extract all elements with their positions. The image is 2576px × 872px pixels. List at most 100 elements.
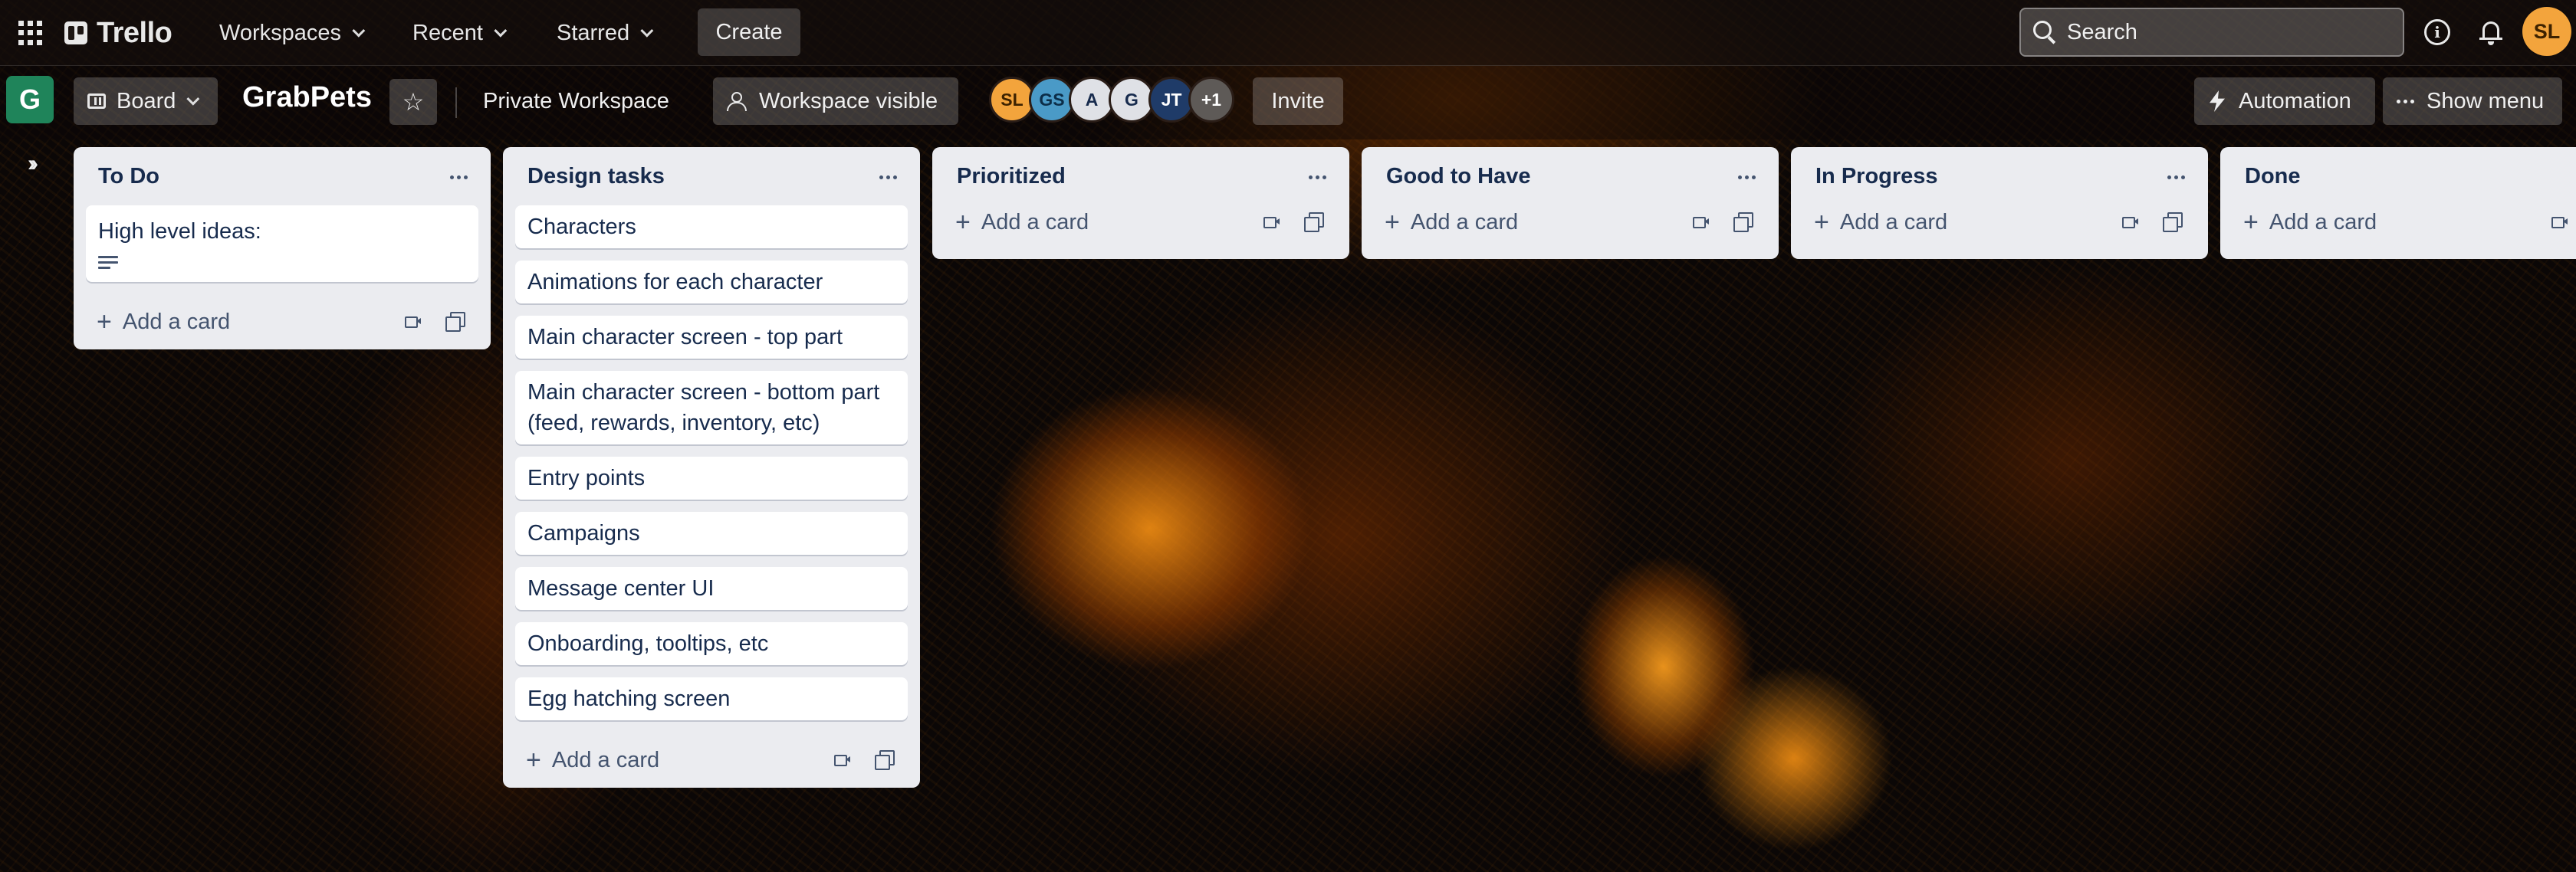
chevron-down-icon bbox=[352, 24, 366, 38]
invite-button[interactable]: Invite bbox=[1253, 77, 1343, 125]
card[interactable]: Animations for each character bbox=[515, 261, 908, 303]
record-video-icon[interactable] bbox=[2545, 207, 2574, 236]
record-video-icon[interactable] bbox=[399, 307, 428, 336]
list-header: In Progress bbox=[1791, 147, 2208, 195]
expand-sidebar-icon[interactable]: ›› bbox=[17, 150, 44, 178]
record-video-icon[interactable] bbox=[2116, 207, 2145, 236]
plus-icon: + bbox=[955, 208, 971, 237]
card[interactable]: Message center UI bbox=[515, 567, 908, 610]
add-card-label: Add a card bbox=[981, 209, 1089, 234]
list-header: Prioritized bbox=[932, 147, 1349, 195]
add-card-button[interactable]: + Add a card bbox=[2233, 199, 2377, 245]
list-actions-icon[interactable] bbox=[872, 166, 903, 188]
add-card-button[interactable]: + Add a card bbox=[1374, 199, 1518, 245]
plus-icon: + bbox=[526, 746, 541, 775]
record-video-icon[interactable] bbox=[828, 745, 857, 774]
list-header: Design tasks bbox=[503, 147, 920, 205]
add-card-button[interactable]: + Add a card bbox=[86, 299, 230, 345]
view-label: Board bbox=[117, 88, 176, 113]
lightning-bolt-icon bbox=[2210, 90, 2225, 112]
add-card-button[interactable]: + Add a card bbox=[1803, 199, 1947, 245]
visibility-button[interactable]: Workspace visible bbox=[713, 77, 958, 125]
add-card-button[interactable]: + Add a card bbox=[515, 737, 659, 783]
list-prioritized: Prioritized + Add a card bbox=[932, 147, 1349, 259]
list-design-tasks: Design tasks Characters Animations for e… bbox=[503, 147, 920, 788]
add-card-label: Add a card bbox=[2269, 209, 2377, 234]
list-good-to-have: Good to Have + Add a card bbox=[1362, 147, 1779, 259]
list-title[interactable]: Prioritized bbox=[957, 164, 1066, 189]
trello-logo[interactable]: Trello bbox=[64, 15, 172, 51]
logo-text: Trello bbox=[97, 16, 172, 49]
record-video-icon[interactable] bbox=[1687, 207, 1716, 236]
card-template-icon[interactable] bbox=[1728, 207, 1757, 236]
add-card-label: Add a card bbox=[551, 747, 660, 772]
search-input[interactable] bbox=[2067, 9, 2397, 55]
list-title[interactable]: Design tasks bbox=[527, 164, 665, 189]
workspaces-menu-button[interactable]: Workspaces bbox=[209, 14, 372, 52]
list-actions-icon[interactable] bbox=[1302, 166, 1332, 188]
list-done: Done + Add a card bbox=[2220, 147, 2576, 259]
list-title[interactable]: Done bbox=[2245, 164, 2301, 189]
card[interactable]: Main character screen - top part bbox=[515, 316, 908, 359]
more-members-badge[interactable]: +1 bbox=[1188, 77, 1234, 123]
card-template-icon[interactable] bbox=[869, 745, 899, 774]
board-header: G Board GrabPets ☆ Private Workspace Wor… bbox=[0, 66, 2576, 139]
visibility-label: Workspace visible bbox=[759, 88, 938, 113]
notifications-bell-icon[interactable] bbox=[2478, 18, 2504, 46]
chevron-down-icon bbox=[640, 24, 654, 38]
view-switcher-button[interactable]: Board bbox=[74, 77, 218, 125]
information-icon[interactable]: i bbox=[2424, 19, 2450, 45]
recent-label: Recent bbox=[412, 20, 483, 45]
card-template-icon[interactable] bbox=[1299, 207, 1328, 236]
list-title[interactable]: Good to Have bbox=[1386, 164, 1531, 189]
card[interactable]: High level ideas: bbox=[86, 205, 478, 282]
add-card-button[interactable]: + Add a card bbox=[945, 199, 1089, 245]
automation-button[interactable]: Automation bbox=[2194, 77, 2375, 125]
add-card-label: Add a card bbox=[122, 309, 231, 334]
search-box[interactable] bbox=[2019, 8, 2404, 57]
card[interactable]: Characters bbox=[515, 205, 908, 248]
card-title: High level ideas: bbox=[98, 219, 261, 244]
star-icon: ☆ bbox=[402, 88, 425, 116]
star-board-button[interactable]: ☆ bbox=[389, 79, 437, 125]
list-title[interactable]: In Progress bbox=[1815, 164, 1938, 189]
app-switcher-icon[interactable] bbox=[18, 21, 43, 45]
starred-menu-button[interactable]: Starred bbox=[546, 14, 660, 52]
list-title[interactable]: To Do bbox=[98, 164, 159, 189]
card[interactable]: Main character screen - bottom part (fee… bbox=[515, 371, 908, 444]
add-card-label: Add a card bbox=[1410, 209, 1519, 234]
plus-icon: + bbox=[97, 307, 112, 336]
card[interactable]: Entry points bbox=[515, 457, 908, 500]
list-header: To Do bbox=[74, 147, 491, 205]
member-avatar[interactable]: SL bbox=[989, 77, 1035, 123]
create-button[interactable]: Create bbox=[698, 8, 800, 56]
member-avatar[interactable]: G bbox=[1109, 77, 1155, 123]
chevron-down-icon bbox=[494, 24, 508, 38]
trello-logo-icon bbox=[64, 21, 87, 44]
plus-icon: + bbox=[1385, 208, 1400, 237]
workspaces-label: Workspaces bbox=[219, 20, 342, 45]
list-actions-icon[interactable] bbox=[2160, 166, 2191, 188]
divider bbox=[455, 87, 457, 118]
card-template-icon[interactable] bbox=[2157, 207, 2187, 236]
board-view-icon bbox=[87, 93, 106, 109]
card[interactable]: Onboarding, tooltips, etc bbox=[515, 622, 908, 665]
member-avatar[interactable]: JT bbox=[1148, 77, 1194, 123]
list-header: Done bbox=[2220, 147, 2576, 195]
card-template-icon[interactable] bbox=[440, 307, 469, 336]
workspace-visibility-link[interactable]: Private Workspace bbox=[468, 77, 685, 125]
member-avatar[interactable]: A bbox=[1069, 77, 1115, 123]
list-actions-icon[interactable] bbox=[443, 166, 474, 188]
plus-icon: + bbox=[2243, 208, 2259, 237]
show-menu-button[interactable]: Show menu bbox=[2383, 77, 2562, 125]
card[interactable]: Campaigns bbox=[515, 512, 908, 555]
workspace-tile[interactable]: G bbox=[6, 76, 54, 123]
record-video-icon[interactable] bbox=[1257, 207, 1286, 236]
card[interactable]: Egg hatching screen bbox=[515, 677, 908, 720]
recent-menu-button[interactable]: Recent bbox=[402, 14, 514, 52]
list-actions-icon[interactable] bbox=[1731, 166, 1762, 188]
list-to-do: To Do High level ideas: + Add a card bbox=[74, 147, 491, 349]
member-avatar[interactable]: GS bbox=[1029, 77, 1075, 123]
user-avatar[interactable]: SL bbox=[2522, 7, 2571, 56]
board-title[interactable]: GrabPets bbox=[242, 81, 372, 114]
